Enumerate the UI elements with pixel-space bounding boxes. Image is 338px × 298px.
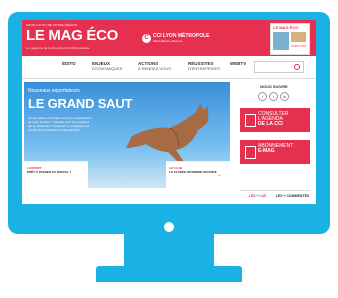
document-icon	[245, 146, 256, 159]
monitor-base	[96, 266, 242, 282]
monitor-stand	[124, 232, 214, 266]
subscribe-button[interactable]: ABONNEMENT E-MAG	[240, 140, 310, 164]
follow-heading: NOUS SUIVRE	[260, 84, 288, 89]
main-nav: ÉDITO ENJEUX ÉCONOMIQUES ACTIONS & RENDEZ-…	[22, 56, 316, 79]
magazine-cover[interactable]: LE MAG ÉCO AVRIL 2017	[270, 23, 310, 55]
hero-title: LE GRAND SAUT	[28, 96, 133, 111]
nav-item-enjeux[interactable]: ENJEUX ÉCONOMIQUES	[92, 61, 122, 71]
nav-item-webtv[interactable]: WEBTV	[230, 61, 246, 66]
twitter-icon[interactable]: t	[269, 92, 278, 101]
article-card-expert[interactable]: L'EXPERT PRÊT À PASSER AU DIGITAL ?	[24, 161, 88, 188]
calendar-icon	[245, 114, 256, 127]
hero-kicker: Nouveaux exportateurs	[28, 88, 80, 94]
card-title: LA CLASSE OUVRIÈRE PAYANTE	[169, 170, 217, 174]
search-input[interactable]	[254, 61, 304, 73]
agenda-button[interactable]: CONSULTER L'AGENDA DE LA CCI	[240, 108, 310, 132]
hero-article[interactable]: Nouveaux exportateurs LE GRAND SAUT Qui …	[24, 82, 230, 188]
magazine-photo	[273, 32, 289, 50]
nav-item-reussites[interactable]: RÉUSSITES D'ENTREPRISES	[188, 61, 220, 71]
arrow-right-icon[interactable]: →	[216, 172, 222, 178]
cci-icon: C	[142, 33, 151, 43]
site-logo[interactable]: LE MAG ÉCO	[26, 27, 118, 44]
linkedin-icon[interactable]: in	[280, 92, 289, 101]
monitor-frame: DANS L'ACTU DE VOTRE RÉGION LE MAG ÉCO L…	[8, 12, 330, 232]
card-title: PRÊT À PASSER AU DIGITAL ?	[27, 170, 72, 174]
power-indicator	[164, 222, 174, 232]
popular-tabs: LES + LUS LES + COMMENTÉS	[240, 190, 310, 201]
site-subtitle: Le magazine de la Chambre CCI Métropolit…	[26, 46, 90, 50]
site-header: DANS L'ACTU DE VOTRE RÉGION LE MAG ÉCO L…	[22, 20, 316, 56]
tab-most-commented[interactable]: LES + COMMENTÉS	[275, 191, 310, 201]
facebook-icon[interactable]: f	[258, 92, 267, 101]
magazine-date: AVRIL 2017	[291, 44, 307, 48]
nav-item-actions[interactable]: ACTIONS & RENDEZ-VOUS	[138, 61, 171, 71]
sidebar: NOUS SUIVRE f t in CONSULTER L'AGENDA DE L…	[236, 82, 316, 204]
magazine-photo-2	[291, 32, 306, 42]
hero-excerpt: Qui se cache-t-il derrière les primo-exp…	[28, 116, 92, 132]
kangaroo-image	[126, 104, 209, 162]
tab-most-read[interactable]: LES + LUS	[240, 191, 275, 201]
magazine-badge: LE MAG ÉCO	[273, 25, 299, 30]
nav-item-edito[interactable]: ÉDITO	[62, 61, 76, 66]
cci-sub: Saint-Étienne Roanne	[153, 39, 183, 43]
website-screen: DANS L'ACTU DE VOTRE RÉGION LE MAG ÉCO L…	[22, 20, 316, 204]
search-icon	[294, 64, 300, 70]
cci-logo[interactable]: C CCI LYON MÉTROPOLE Saint-Étienne Roann…	[142, 33, 210, 43]
